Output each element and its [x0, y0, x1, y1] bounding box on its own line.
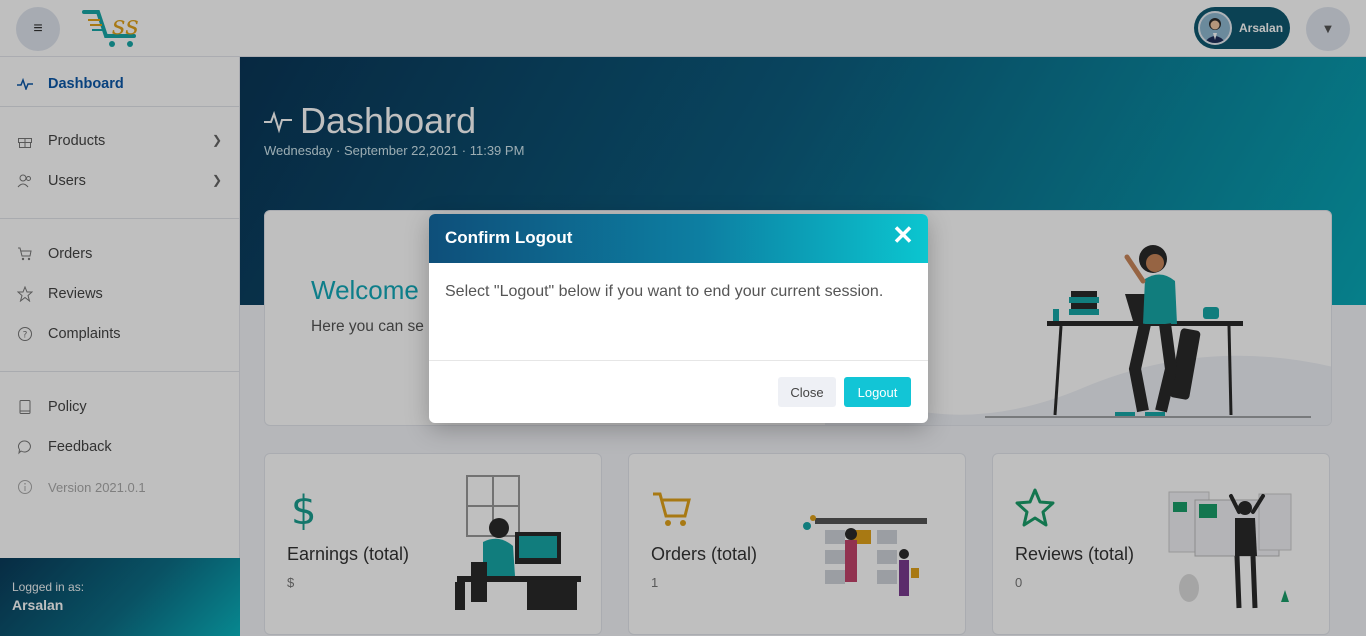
modal-header: Confirm Logout ✕ — [429, 214, 928, 263]
confirm-logout-dialog: Confirm Logout ✕ Select "Logout" below i… — [429, 214, 928, 423]
divider — [429, 360, 928, 361]
logout-button[interactable]: Logout — [844, 377, 911, 407]
close-button[interactable]: Close — [778, 377, 836, 407]
modal-title: Confirm Logout — [445, 228, 573, 247]
close-icon[interactable]: ✕ — [892, 222, 914, 248]
modal-body: Select "Logout" below if you want to end… — [445, 283, 884, 300]
